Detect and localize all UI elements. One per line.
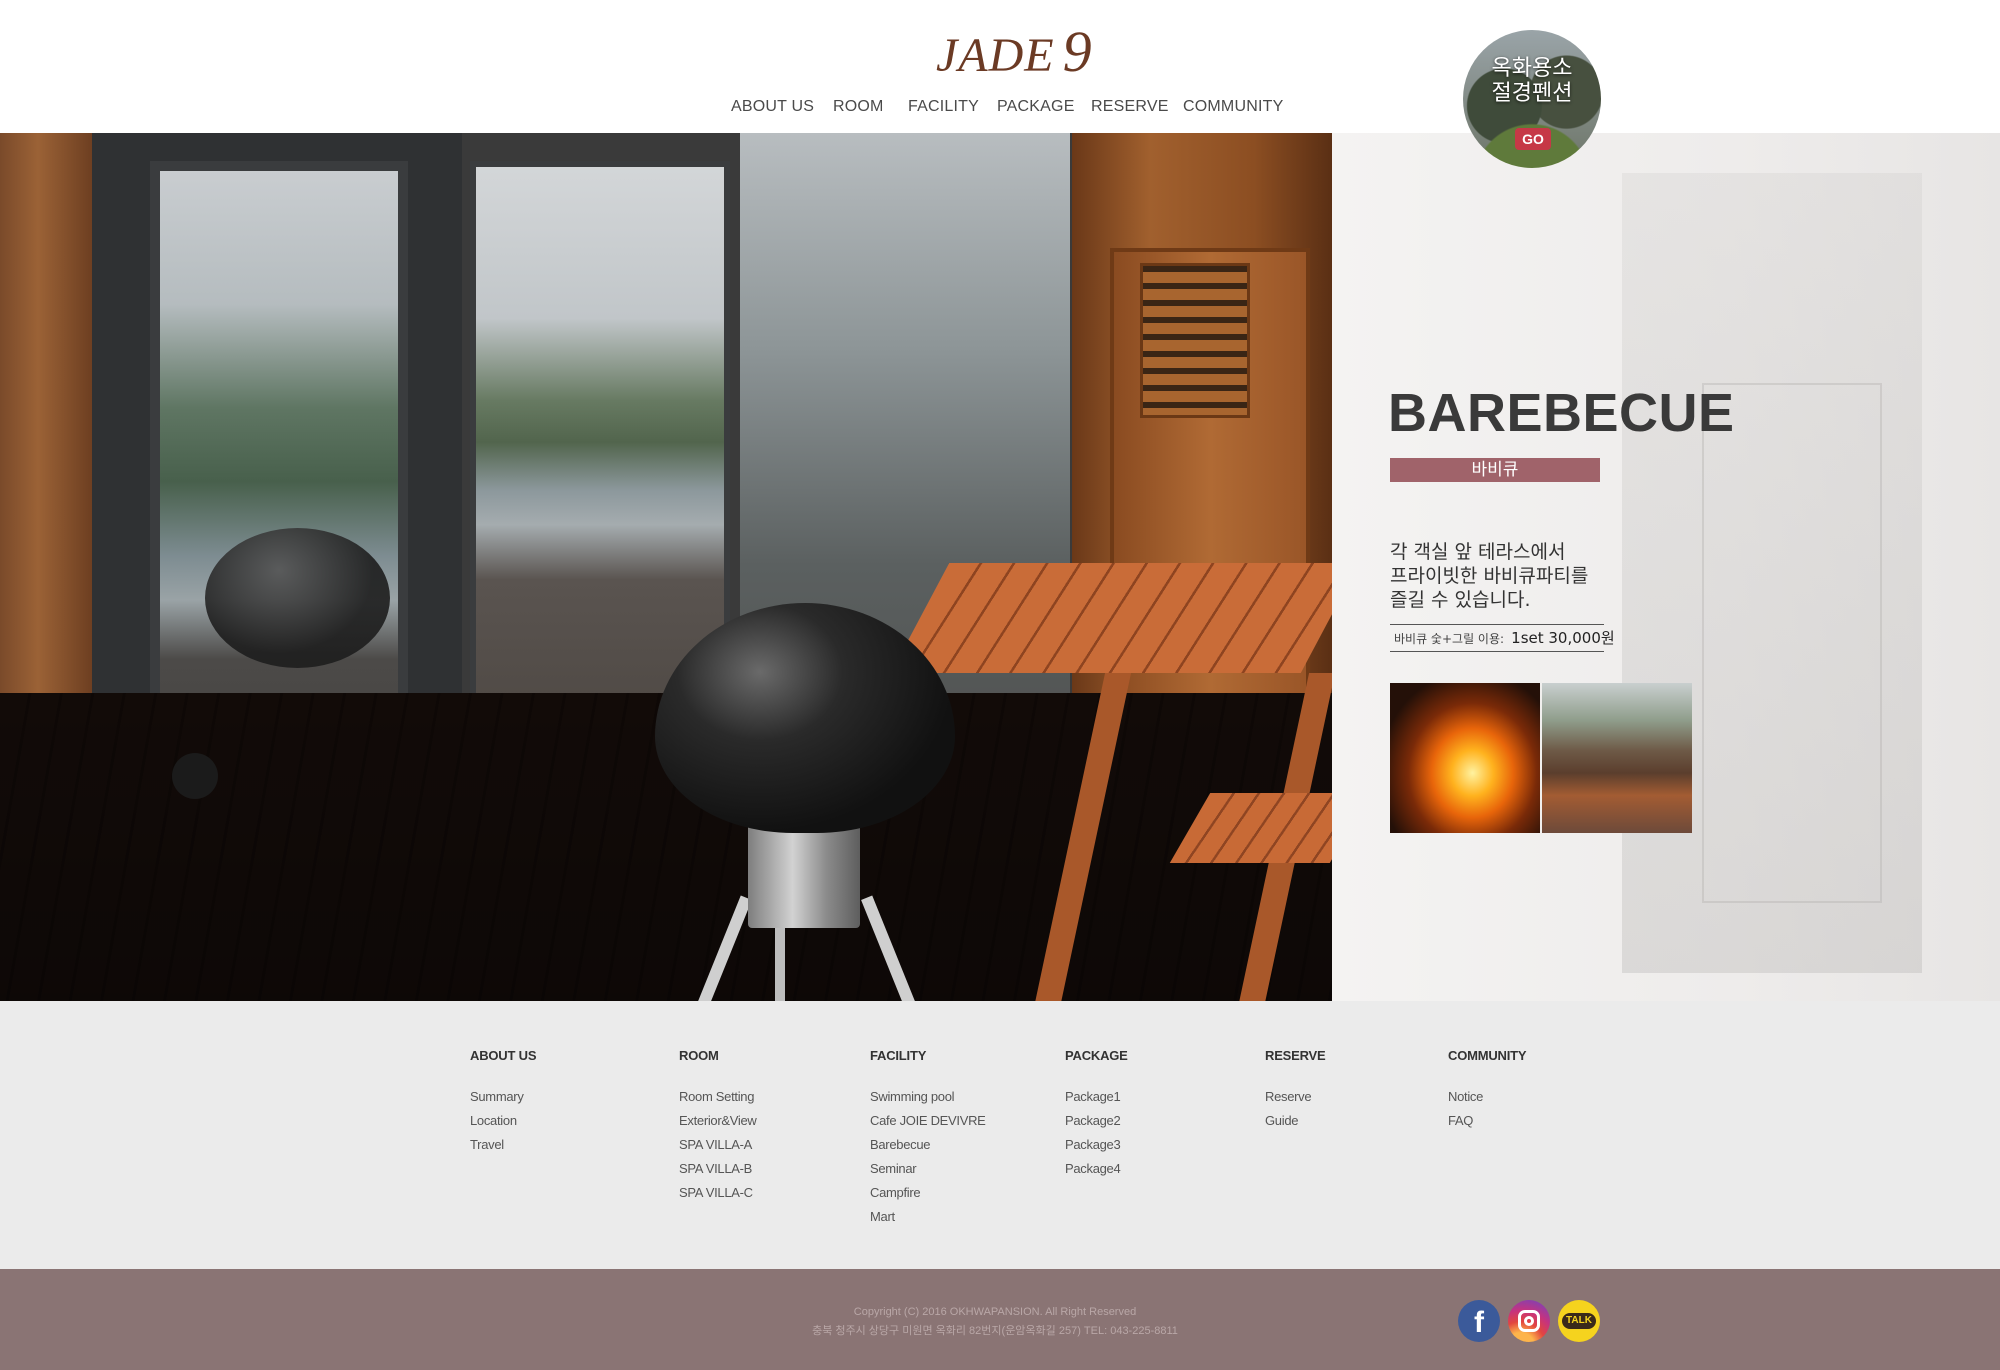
sitemap-link[interactable]: FAQ [1448,1109,1526,1133]
sitemap-link[interactable]: Mart [870,1205,986,1229]
feature-description-line: 프라이빗한 바비큐파티를 [1390,565,1589,587]
footer-sitemap [0,1001,2000,1269]
hero-photo [0,133,1332,1001]
sitemap-link[interactable]: Travel [470,1133,536,1157]
nav-room[interactable]: ROOM [833,98,884,116]
sitemap-link[interactable]: Package3 [1065,1133,1128,1157]
sitemap-link[interactable]: SPA VILLA-A [679,1133,757,1157]
sitemap-link[interactable]: Package2 [1065,1109,1128,1133]
photo-picnic-table [890,563,1332,673]
promo-line-2: 절경펜션 [1491,81,1573,106]
price-value: 1set 30,000원 [1511,629,1615,647]
promo-go-button[interactable]: GO [1515,128,1551,150]
sitemap-heading[interactable]: ROOM [679,1048,757,1063]
sitemap-link[interactable]: Reserve [1265,1085,1326,1109]
sitemap-link[interactable]: Package4 [1065,1157,1128,1181]
sitemap-link[interactable]: Guide [1265,1109,1326,1133]
sitemap-column-reserve: RESERVE Reserve Guide [1265,1048,1326,1133]
sitemap-column-community: COMMUNITY Notice FAQ [1448,1048,1527,1133]
nav-reserve[interactable]: RESERVE [1091,98,1169,116]
logo[interactable]: JADE 9 [936,18,1092,85]
price-label: 바비큐 숯+그릴 이용: [1394,632,1505,646]
sitemap-link[interactable]: Seminar [870,1157,986,1181]
facebook-icon[interactable]: f [1458,1300,1500,1342]
sitemap-link[interactable]: Campfire [870,1181,986,1205]
sitemap-column-facility: FACILITY Swimming pool Cafe JOIE DEVIVRE… [870,1048,986,1229]
sitemap-link[interactable]: Room Setting [679,1085,757,1109]
nav-package[interactable]: PACKAGE [997,98,1075,116]
sitemap-link[interactable]: Notice [1448,1085,1526,1109]
logo-word: JADE [936,29,1055,82]
feature-subtitle-badge: 바비큐 [1390,458,1600,482]
promo-line-1: 옥화용소 [1491,56,1573,81]
footer-info: Copyright (C) 2016 OKHWAPANSION. All Rig… [700,1303,1290,1341]
sitemap-link[interactable]: Package1 [1065,1085,1128,1109]
nav-about-us[interactable]: ABOUT US [731,98,814,116]
terrace-thumbnail[interactable] [1542,683,1692,833]
photo-grill-leg [775,923,785,1001]
sitemap-heading[interactable]: FACILITY [870,1048,986,1063]
feature-description-line: 즐길 수 있습니다. [1390,589,1531,611]
feature-description-line: 각 객실 앞 테라스에서 [1390,541,1566,563]
logo-number: 9 [1062,19,1092,84]
kakaotalk-icon[interactable]: TALK [1558,1300,1600,1342]
sitemap-link[interactable]: Barebecue [870,1133,986,1157]
copyright-text: Copyright (C) 2016 OKHWAPANSION. All Rig… [853,1306,1137,1318]
sitemap-link[interactable]: SPA VILLA-C [679,1181,757,1205]
site-header: JADE 9 ABOUT US ROOM FACILITY PACKAGE RES… [0,0,2000,133]
fire-thumbnail[interactable] [1390,683,1540,833]
promo-text: 옥화용소 절경펜션 [1463,56,1601,106]
photo-reflected-grill [205,528,390,668]
instagram-icon-lens [1524,1316,1534,1326]
address-text: 충북 청주시 상당구 미원면 옥화리 82번지(운암옥화길 257) TEL: … [812,1325,1178,1337]
feature-description: 각 객실 앞 테라스에서 프라이빗한 바비큐파티를 즐길 수 있습니다. [1390,540,1588,612]
instagram-icon[interactable] [1508,1300,1550,1342]
sitemap-link[interactable]: Summary [470,1085,536,1109]
promo-badge[interactable]: 옥화용소 절경펜션 GO [1463,30,1601,168]
sitemap-column-room: ROOM Room Setting Exterior&View SPA VILL… [679,1048,757,1205]
panel-background-frame [1702,383,1882,903]
sitemap-link[interactable]: Cafe JOIE DEVIVRE [870,1109,986,1133]
kakaotalk-label: TALK [1562,1313,1596,1329]
sitemap-link[interactable]: Location [470,1109,536,1133]
sitemap-heading[interactable]: PACKAGE [1065,1048,1128,1063]
photo-grill-ash-pot [748,823,860,928]
feature-price: 바비큐 숯+그릴 이용: 1set 30,000원 [1390,624,1615,652]
sitemap-heading[interactable]: ABOUT US [470,1048,536,1063]
nav-facility[interactable]: FACILITY [908,98,979,116]
nav-community[interactable]: COMMUNITY [1183,98,1283,116]
photo-grill-wheel [172,753,218,799]
sitemap-link[interactable]: Swimming pool [870,1085,986,1109]
feature-title: BAREBECUE [1388,383,1735,443]
main-nav: ABOUT US ROOM FACILITY PACKAGE RESERVE C… [0,98,2000,120]
sitemap-column-about-us: ABOUT US Summary Location Travel [470,1048,536,1157]
sitemap-column-package: PACKAGE Package1 Package2 Package3 Packa… [1065,1048,1128,1181]
photo-door-vent [1140,263,1250,418]
sitemap-heading[interactable]: RESERVE [1265,1048,1326,1063]
sitemap-heading[interactable]: COMMUNITY [1448,1048,1527,1063]
sitemap-link[interactable]: SPA VILLA-B [679,1157,757,1181]
sitemap-link[interactable]: Exterior&View [679,1109,757,1133]
